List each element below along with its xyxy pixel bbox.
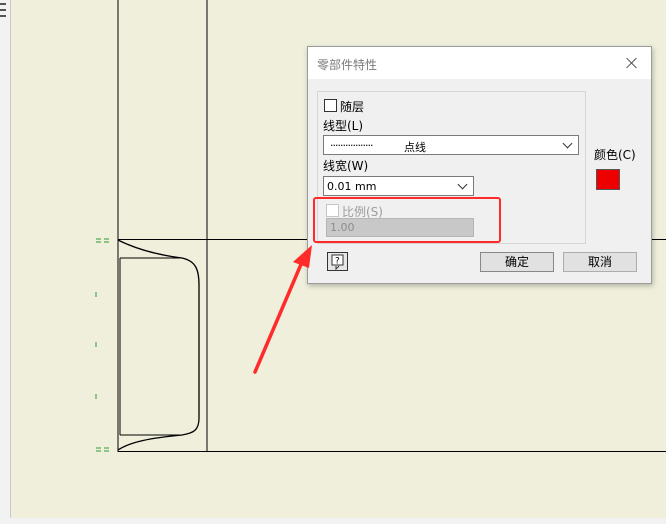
part-properties-dialog: 零部件特性 随层 线型(L) ················· 点线 线宽(W… xyxy=(307,46,652,284)
linetype-label: 线型(L) xyxy=(323,119,364,133)
ok-button[interactable]: 确定 xyxy=(480,252,554,272)
help-icon: ? xyxy=(331,254,344,271)
lineweight-select[interactable]: 0.01 mm xyxy=(323,176,474,196)
linetype-select[interactable]: ················· 点线 xyxy=(323,135,579,155)
color-swatch[interactable] xyxy=(596,169,620,190)
status-strip xyxy=(0,518,666,524)
dialog-title: 零部件特性 xyxy=(317,58,378,72)
lineweight-value: 0.01 mm xyxy=(327,180,377,193)
green-markers xyxy=(95,238,109,452)
chevron-down-icon xyxy=(457,179,468,190)
close-icon[interactable] xyxy=(622,53,642,73)
linetype-pattern: ················· xyxy=(330,139,373,152)
dialog-titlebar[interactable]: 零部件特性 xyxy=(308,47,651,79)
part-profile xyxy=(117,239,200,451)
svg-text:?: ? xyxy=(335,257,340,267)
by-layer-label: 随层 xyxy=(340,100,365,114)
chevron-down-icon xyxy=(562,138,573,149)
lineweight-label: 线宽(W) xyxy=(323,159,369,173)
linetype-value: 点线 xyxy=(404,141,426,154)
help-button[interactable]: ? xyxy=(327,252,348,271)
cancel-button[interactable]: 取消 xyxy=(563,252,637,272)
annotation-highlight-box xyxy=(313,197,501,243)
color-label: 颜色(C) xyxy=(594,148,636,162)
by-layer-checkbox[interactable] xyxy=(324,99,337,112)
